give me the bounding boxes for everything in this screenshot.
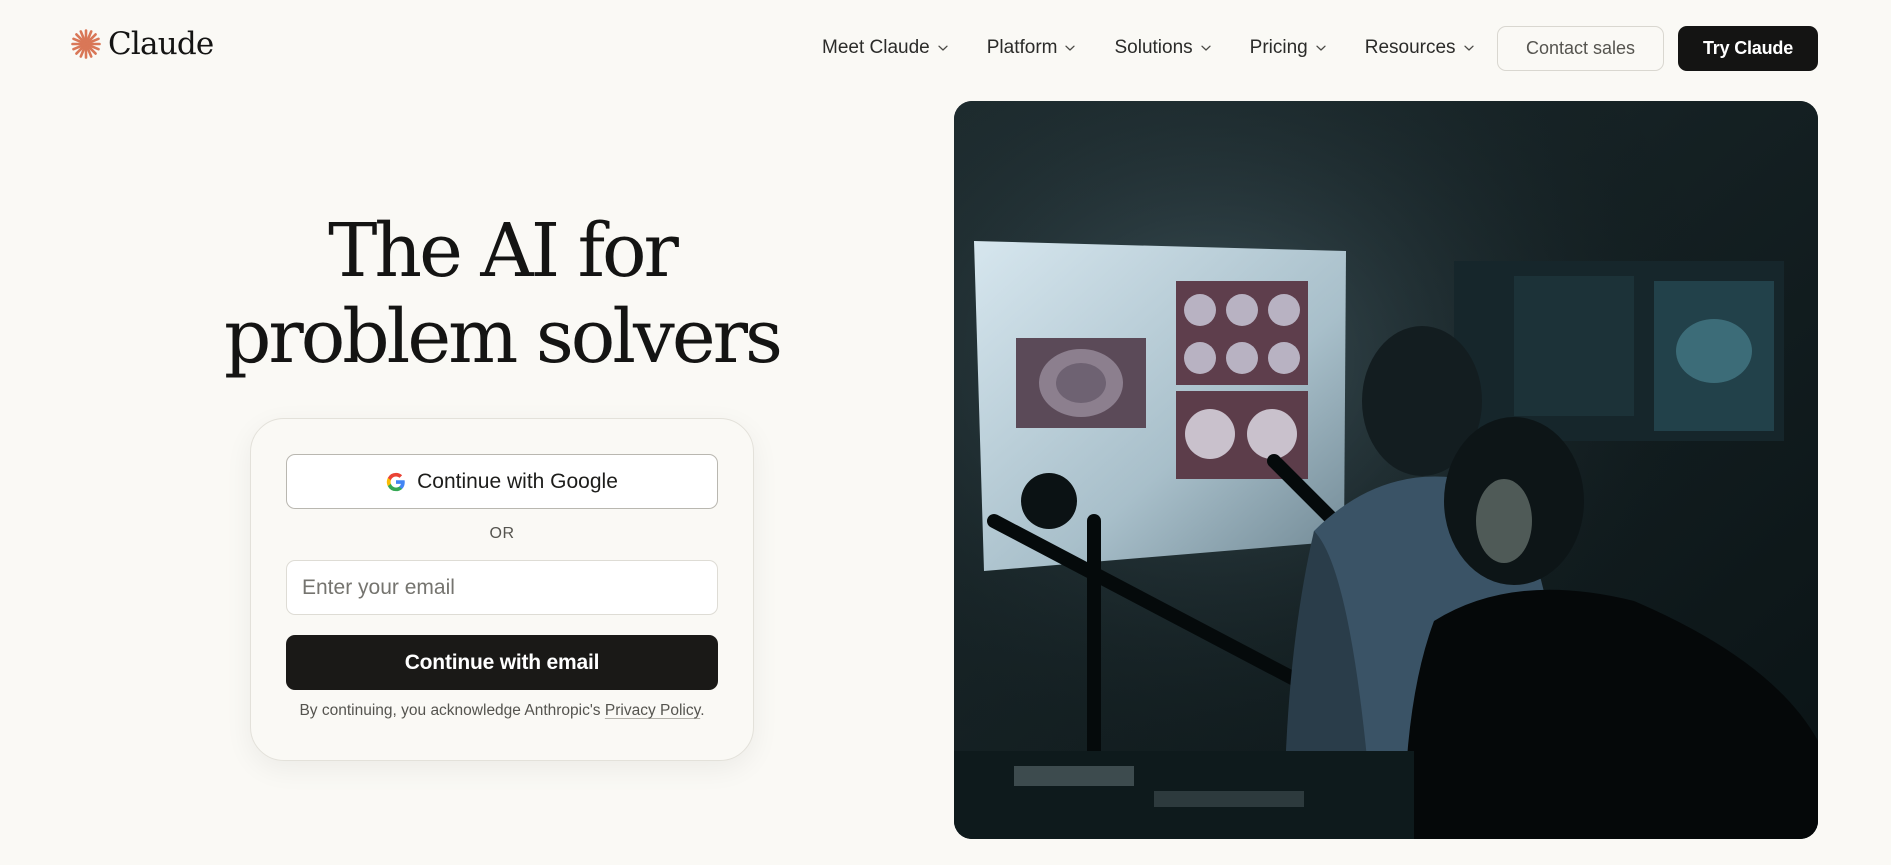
google-icon — [386, 472, 405, 491]
hero-headline-line-2: problem solvers — [224, 294, 783, 380]
contact-sales-button[interactable]: Contact sales — [1497, 26, 1664, 71]
nav-item-label: Meet Claude — [822, 37, 930, 58]
chevron-down-icon — [1316, 45, 1326, 51]
hero-photo-illustration — [954, 101, 1818, 839]
try-claude-button[interactable]: Try Claude — [1678, 26, 1818, 71]
legal-prefix: By continuing, you acknowledge Anthropic… — [299, 702, 605, 719]
hero-photo — [954, 101, 1818, 839]
hero-headline-line-1: The AI for — [328, 208, 679, 294]
continue-with-google-label: Continue with Google — [417, 469, 618, 493]
chevron-down-icon — [1065, 45, 1076, 51]
chevron-down-icon — [938, 45, 948, 51]
hero-headline: The AI for problem solvers — [190, 208, 814, 380]
main-nav: Meet Claude Platform Solutions Pricing R… — [822, 30, 1475, 66]
nav-item-meet-claude[interactable]: Meet Claude — [822, 30, 949, 66]
nav-item-label: Solutions — [1114, 37, 1193, 58]
nav-item-label: Platform — [986, 37, 1058, 58]
or-divider: OR — [489, 525, 515, 542]
nav-item-solutions[interactable]: Solutions — [1114, 30, 1211, 66]
legal-suffix: . — [700, 702, 705, 719]
continue-with-google-button[interactable]: Continue with Google — [286, 454, 718, 509]
legal-notice: By continuing, you acknowledge Anthropic… — [251, 702, 753, 720]
brand-name: Claude — [108, 25, 214, 62]
privacy-policy-link[interactable]: Privacy Policy — [605, 702, 700, 719]
chevron-down-icon — [1201, 45, 1211, 51]
nav-item-resources[interactable]: Resources — [1365, 30, 1475, 66]
nav-item-label: Pricing — [1249, 37, 1308, 58]
continue-with-email-button[interactable]: Continue with email — [286, 635, 718, 690]
logo-link[interactable]: Claude — [70, 25, 214, 62]
nav-item-platform[interactable]: Platform — [987, 30, 1077, 66]
chevron-down-icon — [1463, 45, 1474, 51]
email-input[interactable] — [286, 560, 718, 615]
nav-item-label: Resources — [1364, 37, 1456, 58]
claude-starburst-icon — [71, 29, 101, 59]
signin-card: Continue with Google OR Continue with em… — [250, 418, 754, 761]
nav-item-pricing[interactable]: Pricing — [1250, 30, 1327, 66]
